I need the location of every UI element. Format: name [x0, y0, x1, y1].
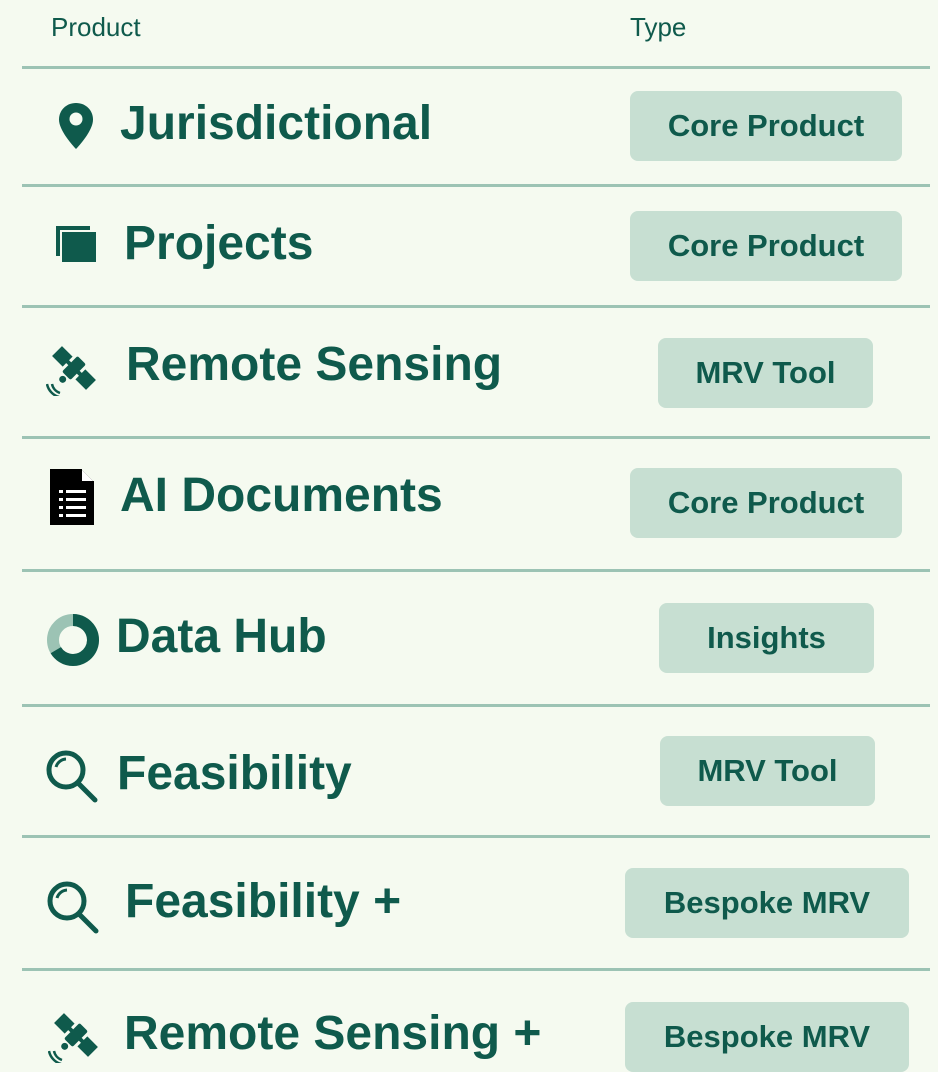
satellite-icon: [46, 346, 96, 396]
product-name: Feasibility +: [125, 875, 402, 928]
product-name: Projects: [124, 217, 314, 270]
table-row-remote-sensing-plus[interactable]: Remote Sensing + Bespoke MRV: [0, 971, 938, 1072]
table-header: Product Type: [0, 0, 938, 66]
column-header-type: Type: [630, 12, 687, 42]
product-name: Feasibility: [117, 747, 352, 800]
search-icon: [46, 750, 98, 803]
folder-icon: [56, 226, 96, 262]
type-badge[interactable]: Core Product: [630, 91, 902, 161]
satellite-icon: [48, 1013, 98, 1063]
table-row-feasibility-plus[interactable]: Feasibility + Bespoke MRV: [0, 838, 938, 968]
donut-chart-icon: [47, 614, 99, 666]
table-row-data-hub[interactable]: Data Hub Insights: [0, 572, 938, 704]
type-badge[interactable]: MRV Tool: [660, 736, 875, 806]
product-name: AI Documents: [120, 469, 443, 522]
type-badge[interactable]: Core Product: [630, 211, 902, 281]
table-row-remote-sensing[interactable]: Remote Sensing MRV Tool: [0, 308, 938, 436]
table-row-ai-documents[interactable]: AI Documents Core Product: [0, 439, 938, 569]
product-name: Remote Sensing +: [124, 1007, 542, 1060]
table-row-feasibility[interactable]: Feasibility MRV Tool: [0, 707, 938, 835]
table-row-jurisdictional[interactable]: Jurisdictional Core Product: [0, 69, 938, 189]
map-pin-icon: [59, 103, 93, 149]
type-badge[interactable]: MRV Tool: [658, 338, 873, 408]
product-name: Remote Sensing: [126, 338, 503, 391]
type-badge[interactable]: Bespoke MRV: [625, 1002, 909, 1072]
product-name: Data Hub: [116, 610, 327, 663]
table-row-projects[interactable]: Projects Core Product: [0, 187, 938, 307]
document-icon: [50, 469, 94, 525]
column-header-product: Product: [51, 12, 141, 42]
type-badge[interactable]: Core Product: [630, 468, 902, 538]
type-badge[interactable]: Bespoke MRV: [625, 868, 909, 938]
product-name: Jurisdictional: [120, 97, 433, 150]
type-badge[interactable]: Insights: [659, 603, 874, 673]
search-icon: [47, 881, 99, 934]
